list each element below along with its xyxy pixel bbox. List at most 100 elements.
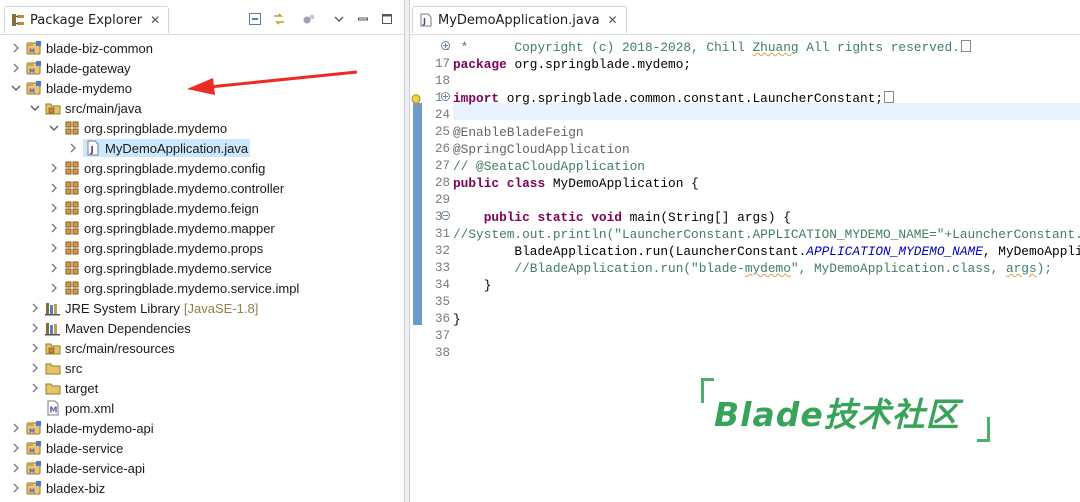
tree-item[interactable]: org.springblade.mydemo.config <box>48 158 265 178</box>
tree-item[interactable]: org.springblade.mydemo.feign <box>48 198 259 218</box>
line-number: 37 <box>434 329 450 343</box>
chevron-down-icon[interactable] <box>48 122 60 134</box>
code-line: package org.springblade.mydemo; <box>453 56 691 73</box>
chevron-right-icon[interactable] <box>48 262 60 274</box>
focus-icon[interactable] <box>302 12 316 26</box>
chevron-right-icon[interactable] <box>10 62 22 74</box>
tree-item[interactable]: JRE System Library [JavaSE-1.8] <box>29 298 258 318</box>
tree-item-label: blade-biz-common <box>46 40 153 56</box>
tree-item[interactable]: Maven Dependencies <box>29 318 191 338</box>
tree-item[interactable]: Mblade-mydemo <box>10 78 132 98</box>
tree-item[interactable]: src <box>29 358 82 378</box>
code-line: public class MyDemoApplication { <box>453 175 699 192</box>
code-token: MyDemoApplication { <box>545 176 699 191</box>
chevron-right-icon[interactable] <box>48 162 60 174</box>
svg-text:M: M <box>29 88 35 95</box>
chevron-right-icon[interactable] <box>10 442 22 454</box>
folded-region-icon[interactable] <box>884 91 895 103</box>
tree-item-label: MyDemoApplication.java <box>105 140 249 156</box>
tree-item[interactable]: org.springblade.mydemo.service <box>48 258 272 278</box>
folder-icon <box>45 360 61 376</box>
fold-expand-icon[interactable] <box>441 92 450 104</box>
chevron-right-icon[interactable] <box>10 482 22 494</box>
tree-item-label: org.springblade.mydemo.feign <box>84 200 259 216</box>
line-number: 29 <box>434 193 450 207</box>
tree-item-label: org.springblade.mydemo.mapper <box>84 220 275 236</box>
tree-item-label: target <box>65 380 99 396</box>
close-icon[interactable]: ✕ <box>608 13 618 27</box>
tree-item[interactable]: Mbladex-biz <box>10 478 105 498</box>
tree-item[interactable]: J MyDemoApplication.java <box>67 138 254 158</box>
chevron-right-icon[interactable] <box>48 182 60 194</box>
tree-item[interactable]: target <box>29 378 98 398</box>
fold-expand-icon[interactable] <box>441 41 450 53</box>
chevron-right-icon[interactable] <box>10 422 22 434</box>
library-icon <box>45 320 61 336</box>
project-icon: M <box>26 40 42 56</box>
chevron-down-icon[interactable] <box>10 82 22 94</box>
chevron-right-icon[interactable] <box>10 462 22 474</box>
chevron-down-icon[interactable] <box>29 102 41 114</box>
chevron-right-icon[interactable] <box>67 142 79 154</box>
chevron-right-icon[interactable] <box>48 242 60 254</box>
code-line: * Copyright (c) 2018-2028, Chill Zhuang … <box>453 39 971 56</box>
svg-text:M: M <box>29 448 35 455</box>
code-token: org.springblade.mydemo; <box>506 57 692 72</box>
project-icon: M <box>26 460 42 476</box>
code-token: main(String[] args) { <box>621 210 791 225</box>
chevron-right-icon[interactable] <box>29 302 41 314</box>
editor-tab[interactable]: J MyDemoApplication.java ✕ <box>412 6 627 33</box>
package-explorer-tab[interactable]: Package Explorer ✕ <box>4 6 170 33</box>
folded-region-icon[interactable] <box>960 40 971 52</box>
quick-fix-bulb-icon[interactable] <box>410 92 422 111</box>
tree-item[interactable]: src/main/java <box>29 98 142 118</box>
tree-item[interactable]: Mblade-service <box>10 438 123 458</box>
code-token: mydemo <box>744 261 791 276</box>
tree-item[interactable]: org.springblade.mydemo.controller <box>48 178 284 198</box>
view-menu-icon[interactable] <box>332 12 346 26</box>
chevron-right-icon[interactable] <box>29 342 41 354</box>
fold-collapse-icon[interactable] <box>441 211 450 223</box>
close-icon[interactable]: ✕ <box>150 13 160 27</box>
line-number: 25 <box>434 125 450 139</box>
chevron-right-icon[interactable] <box>29 322 41 334</box>
watermark-bracket-left <box>701 378 714 403</box>
chevron-right-icon[interactable] <box>48 282 60 294</box>
tree-item-label: blade-mydemo-api <box>46 420 154 436</box>
tree-item-label: src/main/resources <box>65 340 175 356</box>
code-token: } <box>453 278 492 293</box>
tree-item[interactable]: Mpom.xml <box>29 398 114 418</box>
tree-item-label: src <box>65 360 83 376</box>
package-icon <box>64 200 80 216</box>
code-token: org.springblade.common.constant.Launcher… <box>499 91 884 106</box>
tree-item[interactable]: Mblade-mydemo-api <box>10 418 154 438</box>
chevron-right-icon[interactable] <box>29 382 41 394</box>
tree-item[interactable]: org.springblade.mydemo.props <box>48 238 263 258</box>
chevron-right-icon[interactable] <box>48 222 60 234</box>
code-token: public class <box>453 176 546 191</box>
maximize-icon[interactable] <box>380 12 394 26</box>
tree-item[interactable]: src/main/resources <box>29 338 175 358</box>
code-token: ", MyDemoApplication.class, <box>790 261 1006 276</box>
chevron-right-icon[interactable] <box>48 202 60 214</box>
java-file-icon: J <box>419 13 433 27</box>
collapse-all-icon[interactable] <box>248 12 262 26</box>
tree-item[interactable]: org.springblade.mydemo.mapper <box>48 218 275 238</box>
tree-item[interactable]: Mblade-gateway <box>10 58 131 78</box>
link-with-editor-icon[interactable] <box>272 12 286 26</box>
tree-item[interactable]: org.springblade.mydemo.service.impl <box>48 278 299 298</box>
chevron-right-icon[interactable] <box>29 362 41 374</box>
tree-item-label: org.springblade.mydemo <box>84 120 228 136</box>
tree-item[interactable]: Mblade-biz-common <box>10 38 153 58</box>
code-token: , MyDemoApplication.class, args); <box>982 244 1080 259</box>
code-token: package <box>453 57 507 72</box>
project-icon: M <box>26 440 42 456</box>
tree-item[interactable]: org.springblade.mydemo <box>48 118 227 138</box>
code-token: //BladeApplication.run("blade- <box>453 261 745 276</box>
tree-item-label: JRE System Library <box>65 300 180 316</box>
tree-item-label: org.springblade.mydemo.controller <box>84 180 285 196</box>
minimize-icon[interactable] <box>356 12 370 26</box>
tree-item[interactable]: Mblade-service-api <box>10 458 145 478</box>
code-line: } <box>453 311 461 328</box>
chevron-right-icon[interactable] <box>10 42 22 54</box>
